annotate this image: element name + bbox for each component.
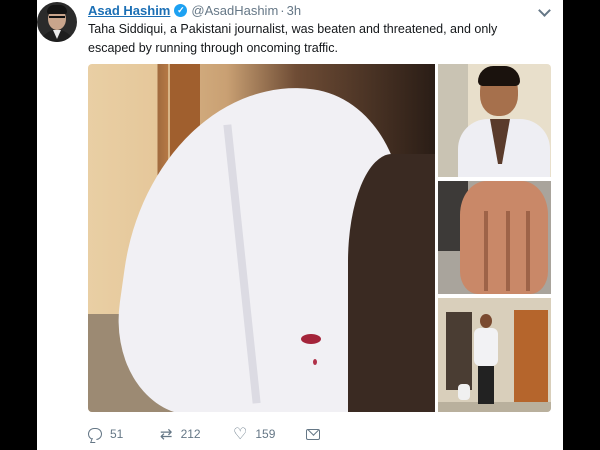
avatar-glasses <box>49 16 65 20</box>
reply-count: 51 <box>110 427 124 441</box>
media-photo-face[interactable] <box>438 64 551 177</box>
finger-gap <box>484 211 488 291</box>
photo-chest <box>348 154 435 412</box>
photo-hand <box>460 181 548 294</box>
reply-button[interactable]: 51 <box>88 427 160 441</box>
person-head <box>480 314 492 328</box>
retweet-count: 212 <box>180 427 201 441</box>
tweet-actions: 51 ⇄ 212 ♡ 159 <box>88 424 320 444</box>
photo-hair <box>478 66 520 86</box>
finger-gap <box>506 211 510 291</box>
like-button[interactable]: ♡ 159 <box>233 424 306 443</box>
media-photo-hand[interactable] <box>438 181 551 294</box>
retweet-icon: ⇄ <box>160 425 173 443</box>
photo-blood-stain-small <box>313 359 317 365</box>
photo-person <box>472 314 498 404</box>
heart-icon: ♡ <box>233 424 248 443</box>
photo-doorway <box>446 312 472 390</box>
direct-message-button[interactable] <box>306 428 320 440</box>
tweet-timestamp[interactable]: 3h <box>287 3 301 18</box>
media-photo-main[interactable] <box>88 64 435 412</box>
tweet-card: Asad Hashim ✓ @AsadHashim · 3h Taha Sidd… <box>37 0 563 450</box>
tweet-header: Asad Hashim ✓ @AsadHashim · 3h <box>88 2 301 18</box>
envelope-icon <box>306 428 320 440</box>
retweet-button[interactable]: ⇄ 212 <box>160 425 233 443</box>
person-shirt <box>474 328 498 366</box>
author-avatar[interactable] <box>37 2 77 42</box>
finger-gap <box>526 211 530 291</box>
chevron-down-icon[interactable] <box>538 4 551 17</box>
photo-bag <box>458 384 470 400</box>
author-name[interactable]: Asad Hashim <box>88 3 170 18</box>
tweet-media-grid[interactable] <box>88 64 551 412</box>
header-separator: · <box>280 2 285 18</box>
media-photo-standing[interactable] <box>438 298 551 412</box>
person-legs <box>478 366 494 404</box>
verified-check-icon: ✓ <box>174 3 188 17</box>
tweet-text: Taha Siddiqui, a Pakistani journalist, w… <box>88 22 498 55</box>
photo-door <box>514 310 548 402</box>
avatar-hair <box>47 5 67 14</box>
photo-blood-stain <box>301 334 321 344</box>
reply-icon <box>88 428 102 440</box>
author-handle[interactable]: @AsadHashim <box>191 3 278 18</box>
like-count: 159 <box>255 427 276 441</box>
